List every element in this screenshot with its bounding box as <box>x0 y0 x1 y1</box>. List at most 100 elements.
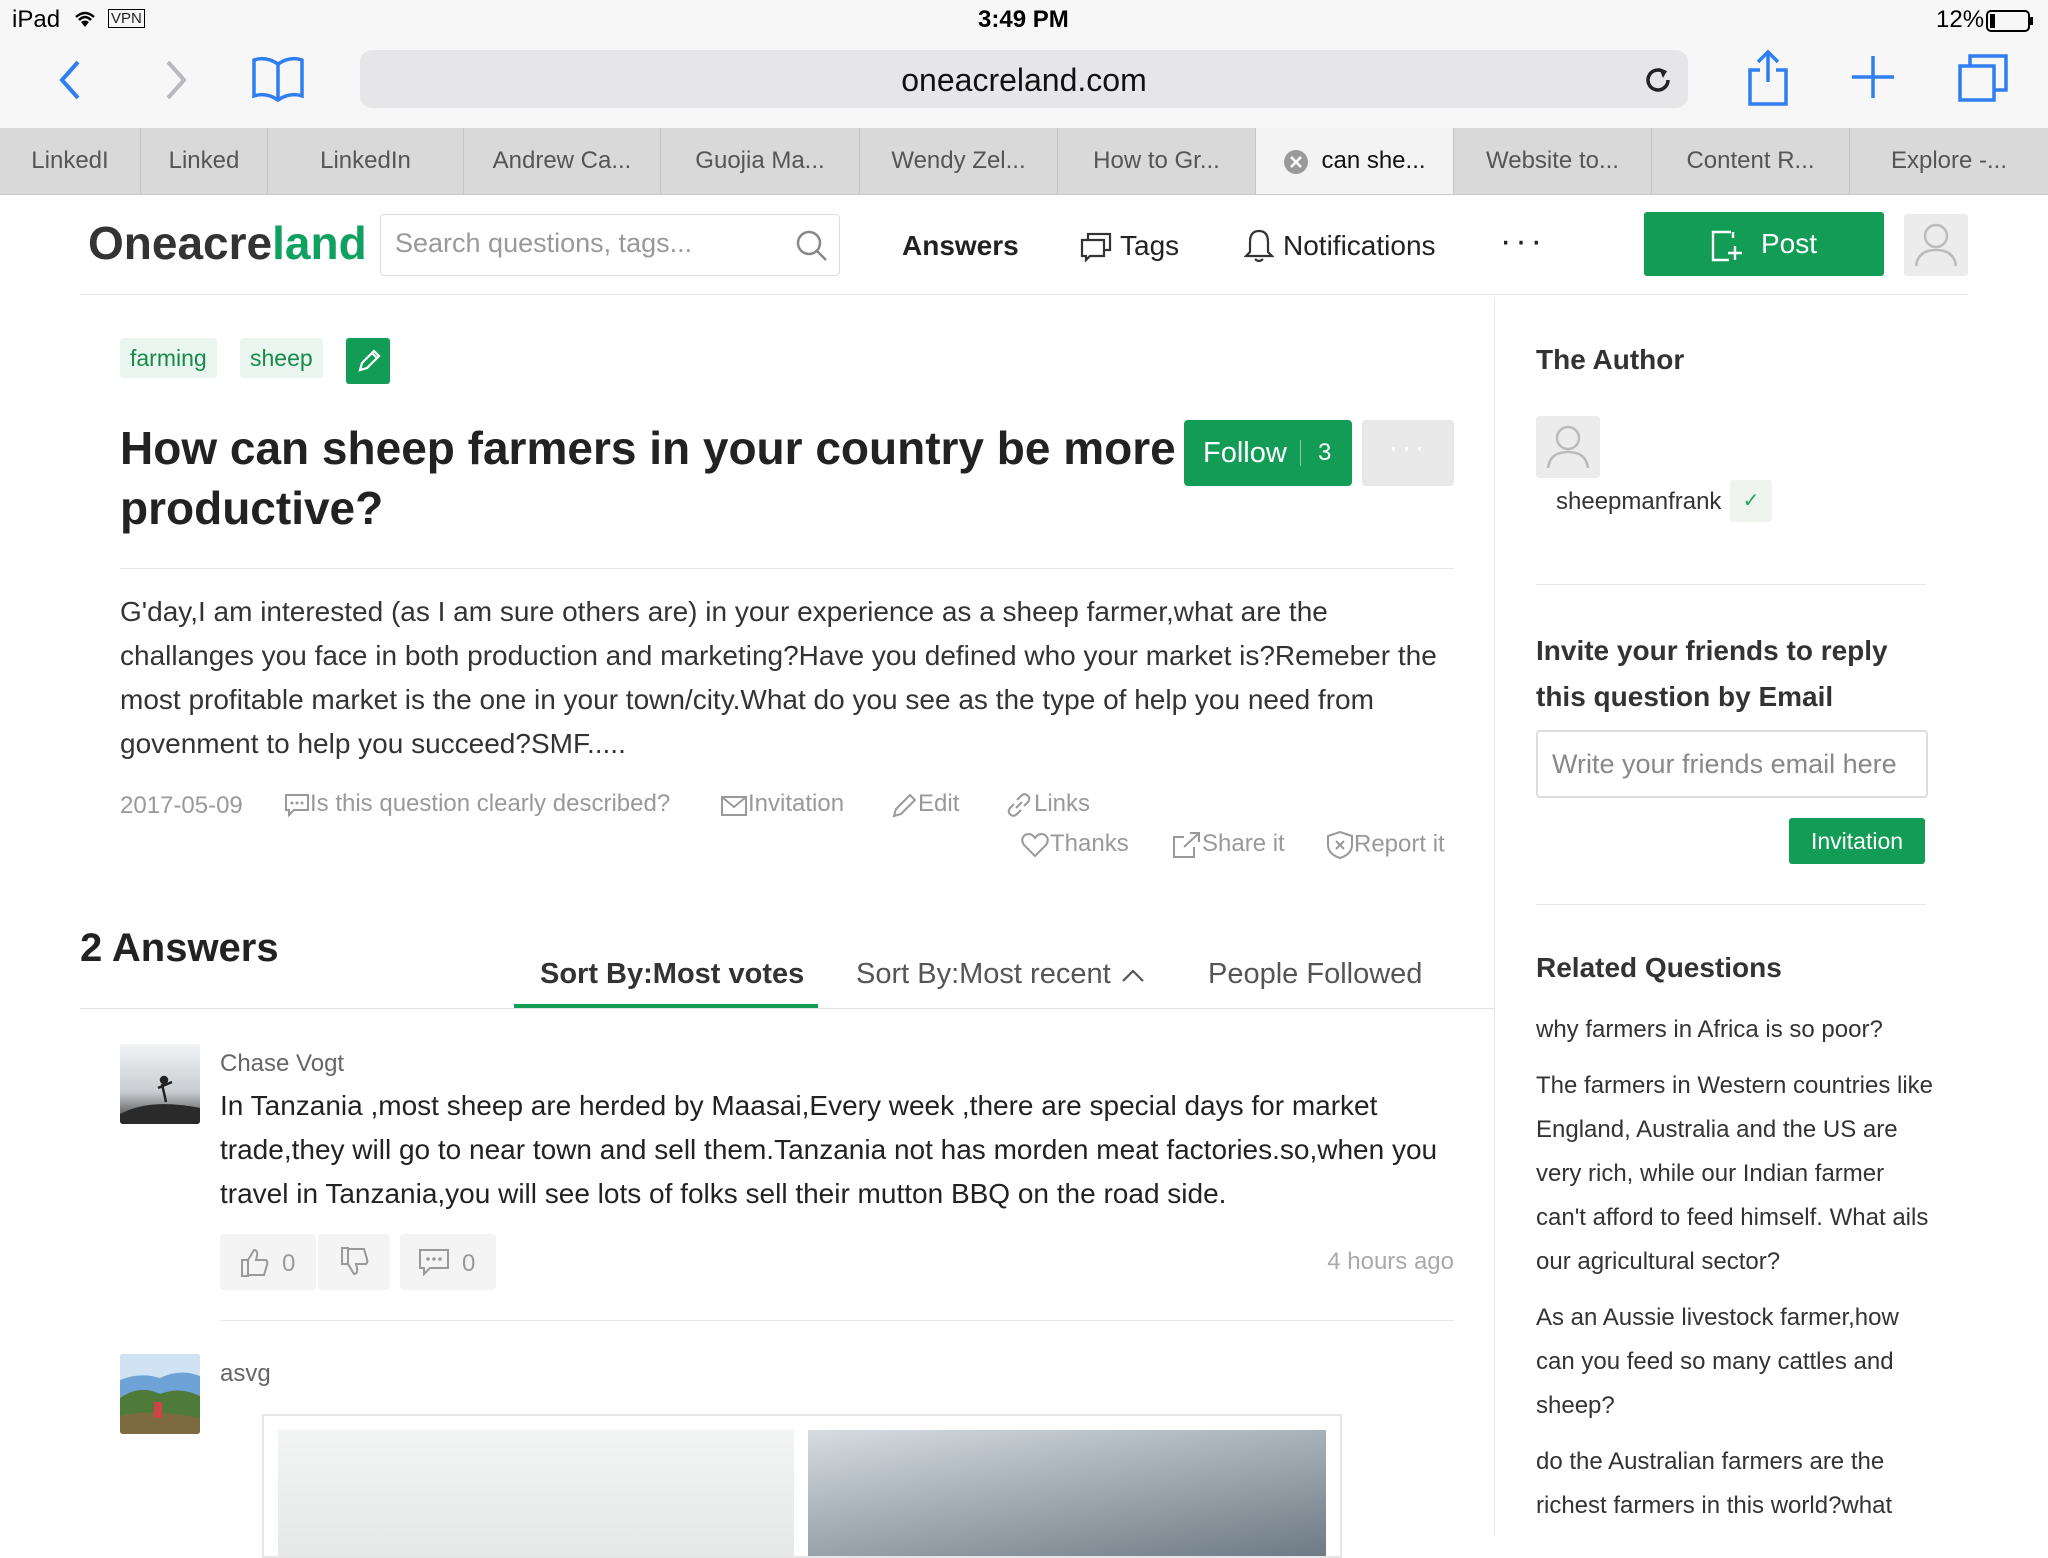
answer-body: In Tanzania ,most sheep are herded by Ma… <box>220 1090 1438 1209</box>
answer-photo[interactable] <box>278 1430 794 1556</box>
browser-tab[interactable]: Explore -... <box>1850 128 2048 194</box>
question-more-button[interactable]: ··· <box>1362 420 1454 486</box>
tag-sheep[interactable]: sheep <box>240 338 323 378</box>
follow-label: Follow <box>1203 437 1287 469</box>
user-icon <box>1914 223 1958 267</box>
email-field[interactable] <box>1550 748 1918 781</box>
tabs-overview-icon[interactable] <box>1956 52 2010 104</box>
related-question-link[interactable]: why farmers in Africa is so poor? <box>1536 1008 1936 1052</box>
tab-label: How to Gr... <box>1093 147 1220 174</box>
browser-toolbar: oneacreland.com <box>0 40 2048 128</box>
browser-tab[interactable]: Guojia Ma... <box>661 128 860 194</box>
link-icon <box>1007 792 1031 817</box>
invitation-link[interactable]: Invitation <box>720 790 844 818</box>
new-tab-icon[interactable] <box>1850 54 1896 100</box>
thanks-link[interactable]: Thanks <box>1020 830 1129 858</box>
clarity-label: Is this question clearly described? <box>310 790 671 817</box>
reload-icon[interactable] <box>1642 64 1674 96</box>
url-text[interactable]: oneacreland.com <box>360 62 1688 99</box>
bookmarks-icon[interactable] <box>250 54 306 104</box>
links-link[interactable]: Links <box>1004 790 1090 818</box>
browser-tab[interactable]: Linked <box>141 128 268 194</box>
tag-farming[interactable]: farming <box>120 338 217 378</box>
tags-icon <box>1080 232 1112 262</box>
email-field-box[interactable] <box>1536 730 1928 798</box>
thumbs-down-icon <box>341 1247 369 1276</box>
browser-tab[interactable]: Wendy Zel... <box>860 128 1058 194</box>
related-question-link[interactable]: do the Australian farmers are the riches… <box>1536 1440 1936 1528</box>
shield-x-icon <box>1327 830 1353 860</box>
tab-label: Content R... <box>1686 147 1815 174</box>
author-name[interactable]: sheepmanfrank <box>1556 488 1721 516</box>
wifi-icon <box>72 9 98 29</box>
logo-text-green: land <box>272 217 367 269</box>
answer-author-avatar[interactable] <box>120 1354 200 1434</box>
author-avatar[interactable] <box>1536 416 1600 478</box>
answers-heading: 2 Answers <box>80 926 279 970</box>
edit-link[interactable]: Edit <box>890 790 959 818</box>
question-body: G'day,I am interested (as I am sure othe… <box>120 596 1437 759</box>
site-logo[interactable]: Oneacreland <box>88 216 367 270</box>
tab-label: LinkedI <box>31 147 109 174</box>
back-icon[interactable] <box>56 56 86 106</box>
nav-answers[interactable]: Answers <box>902 230 1019 262</box>
answer-image-gallery <box>262 1414 1342 1558</box>
browser-tab-active[interactable]: can she... <box>1256 128 1454 194</box>
device-label: iPad <box>12 6 61 33</box>
browser-tab[interactable]: LinkedIn <box>268 128 464 194</box>
browser-tab[interactable]: How to Gr... <box>1058 128 1256 194</box>
user-icon <box>1546 425 1590 469</box>
share-icon[interactable] <box>1746 48 1790 108</box>
answer-author-avatar[interactable] <box>120 1044 200 1124</box>
search-input[interactable] <box>393 227 787 260</box>
sort-most-votes[interactable]: Sort By:Most votes <box>540 958 804 991</box>
downvote-button[interactable] <box>318 1234 390 1290</box>
comments-button[interactable]: 0 <box>400 1234 496 1290</box>
sort-people-followed[interactable]: People Followed <box>1208 958 1422 991</box>
invitation-button[interactable]: Invitation <box>1789 818 1925 864</box>
invitation-label: Invitation <box>748 790 845 817</box>
tab-label: Website to... <box>1486 147 1619 174</box>
report-label: Report it <box>1354 830 1445 858</box>
report-link[interactable]: Report it <box>1326 830 1445 860</box>
tab-label: Guojia Ma... <box>695 147 825 174</box>
share-link[interactable]: Share it <box>1172 830 1285 859</box>
browser-tab[interactable]: LinkedI <box>0 128 141 194</box>
status-bar: iPad VPN 3:49 PM 12% <box>0 0 2048 40</box>
verified-badge: ✓ <box>1730 480 1772 522</box>
post-button[interactable]: Post <box>1644 212 1884 276</box>
clarity-link[interactable]: Is this question clearly described? <box>284 790 670 818</box>
answer-author-name[interactable]: asvg <box>220 1360 271 1388</box>
nav-more[interactable]: ··· <box>1500 222 1546 261</box>
browser-tab[interactable]: Content R... <box>1652 128 1850 194</box>
user-avatar[interactable] <box>1904 214 1968 276</box>
nav-tags[interactable]: Tags <box>1120 230 1179 262</box>
follower-count: 3 <box>1318 439 1332 466</box>
forward-icon[interactable] <box>160 56 190 106</box>
nav-notifications[interactable]: Notifications <box>1283 230 1436 262</box>
external-share-icon <box>1173 831 1200 858</box>
close-tab-icon[interactable] <box>1283 149 1309 175</box>
related-question-link[interactable]: As an Aussie livestock farmer,how can yo… <box>1536 1296 1936 1428</box>
tab-label: Explore -... <box>1890 147 2008 174</box>
upvote-count: 0 <box>282 1250 296 1277</box>
battery-icon <box>1986 10 2034 32</box>
edit-tags-button[interactable] <box>346 338 390 384</box>
related-question-link[interactable]: The farmers in Western countries like En… <box>1536 1064 1936 1284</box>
answer-author-name[interactable]: Chase Vogt <box>220 1050 344 1078</box>
post-label: Post <box>1760 228 1818 259</box>
tab-label: LinkedIn <box>320 147 411 174</box>
search-icon[interactable] <box>795 229 829 263</box>
tab-label: Andrew Ca... <box>492 147 632 174</box>
follow-button[interactable]: Follow 3 <box>1184 420 1352 486</box>
answer-photo[interactable] <box>808 1430 1326 1556</box>
upvote-button[interactable]: 0 <box>220 1234 316 1290</box>
thanks-label: Thanks <box>1050 830 1129 857</box>
sort-most-recent[interactable]: Sort By:Most recent <box>856 958 1145 991</box>
browser-tab[interactable]: Website to... <box>1454 128 1652 194</box>
sidebar-divider <box>1494 298 1495 1536</box>
answer-time: 4 hours ago <box>1327 1248 1454 1275</box>
address-bar[interactable]: oneacreland.com <box>360 50 1688 108</box>
search-box[interactable] <box>380 214 840 276</box>
browser-tab[interactable]: Andrew Ca... <box>464 128 661 194</box>
